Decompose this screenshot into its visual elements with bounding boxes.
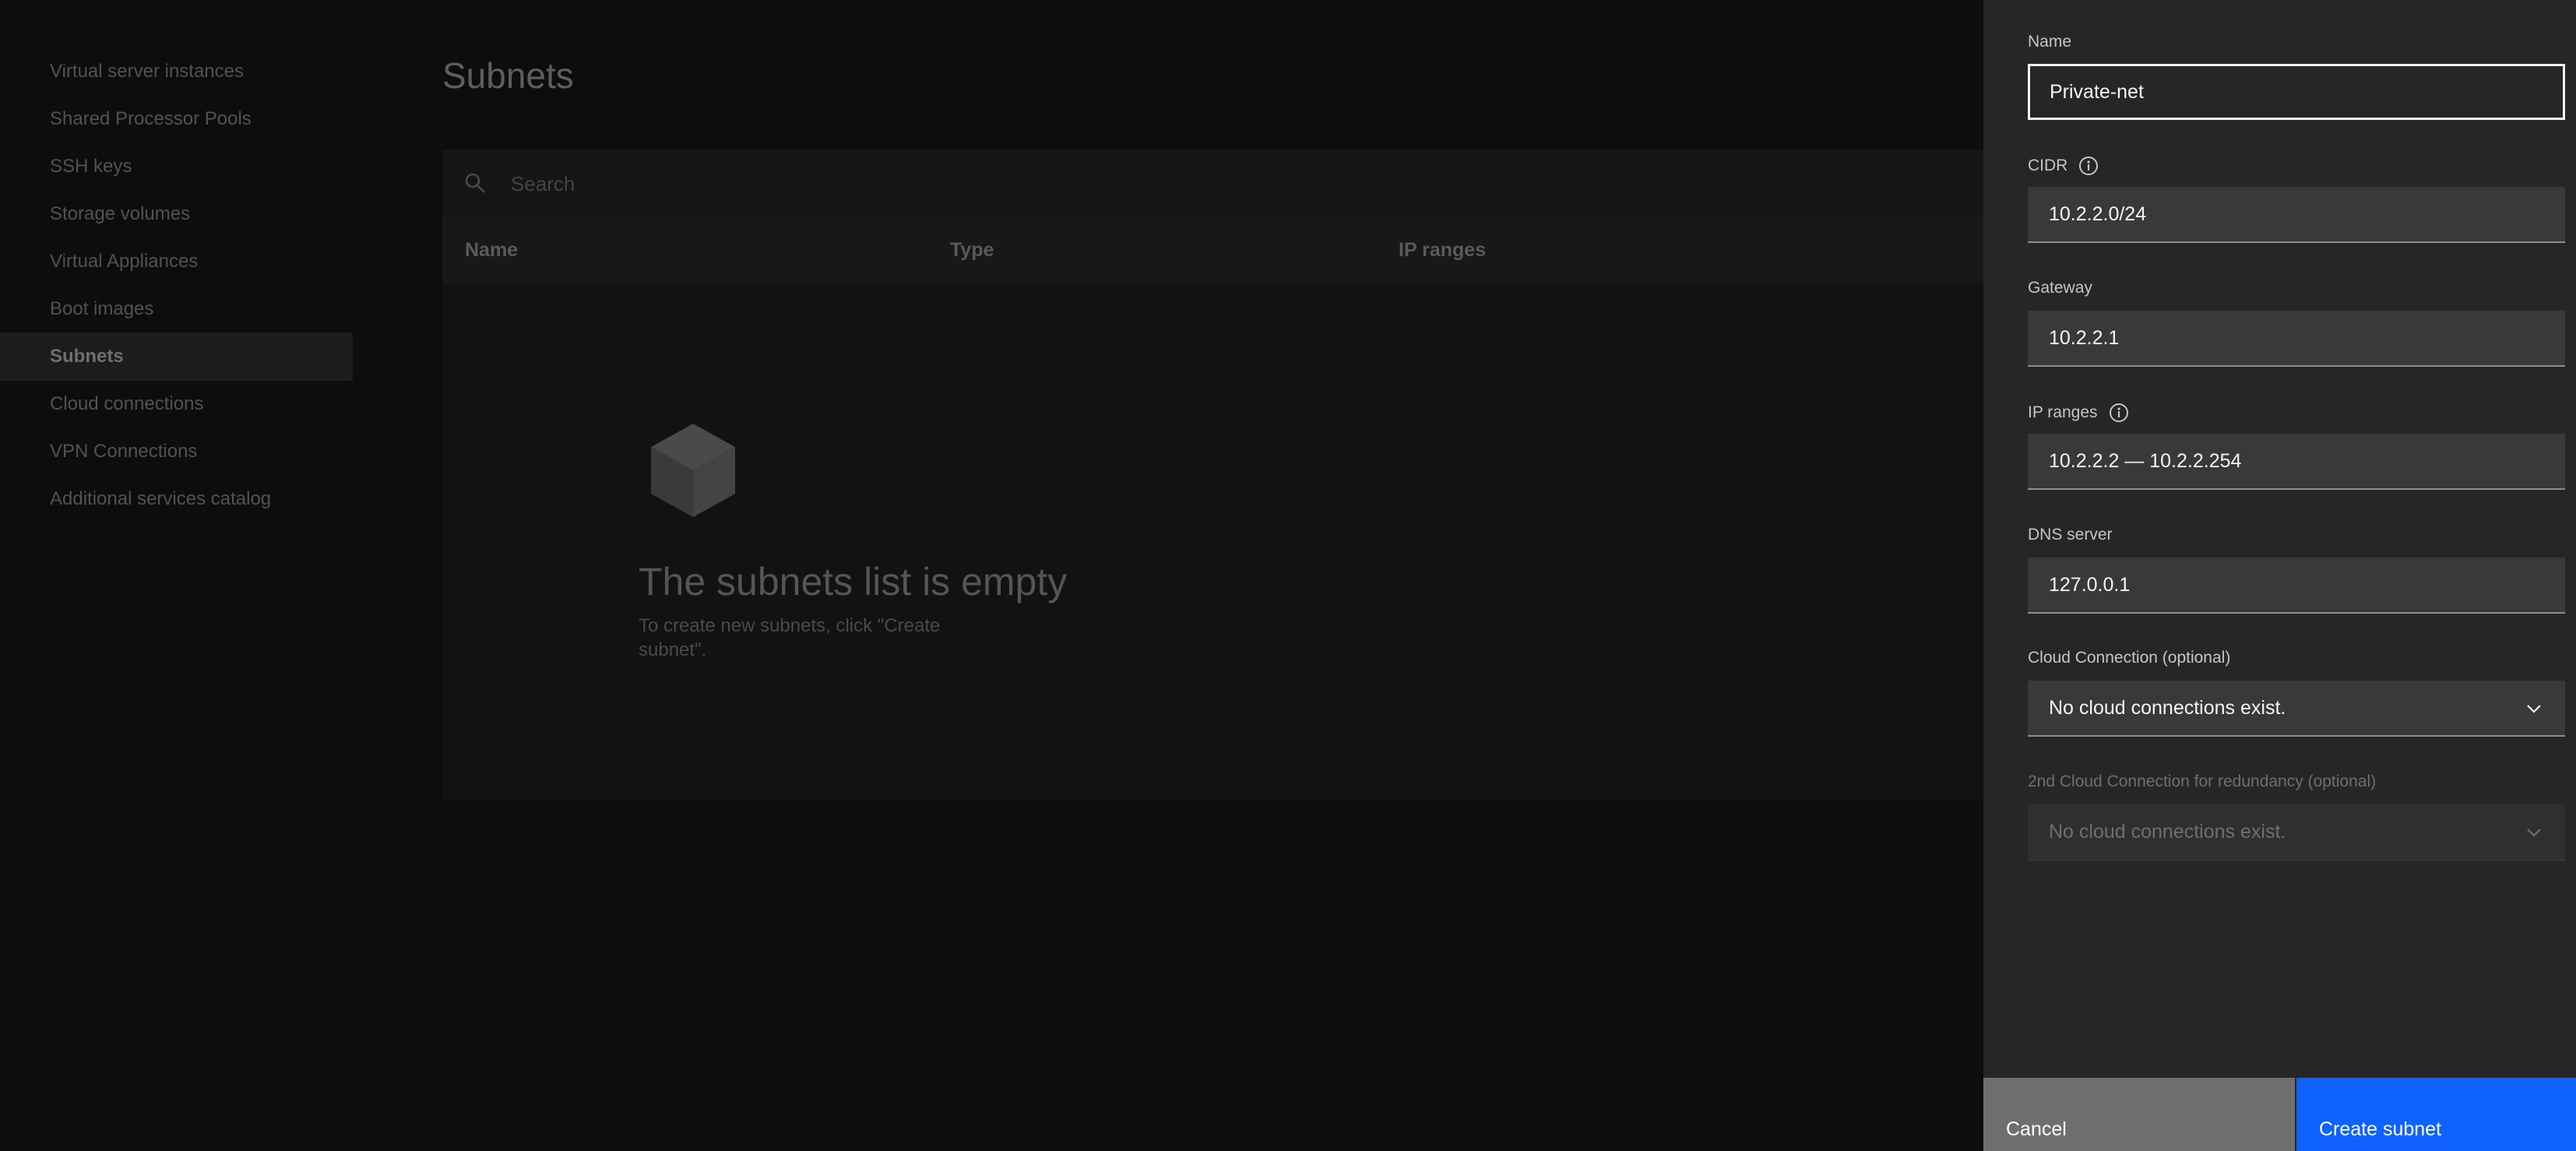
cidr-field-value: 10.2.2.0/24: [2049, 202, 2147, 225]
ip-ranges-field[interactable]: 10.2.2.2 — 10.2.2.254: [2028, 434, 2565, 490]
sidebar-item-shared-processor-pools[interactable]: Shared Processor Pools: [0, 95, 353, 143]
dns-server-field[interactable]: 127.0.0.1: [2028, 558, 2565, 614]
cloud-connection-value: No cloud connections exist.: [2049, 696, 2286, 719]
dns-server-label: DNS server: [2028, 526, 2113, 544]
page-title: Subnets: [442, 55, 574, 96]
cloud-connection-2-label-text: 2nd Cloud Connection for redundancy (opt…: [2028, 773, 2377, 790]
name-field[interactable]: Private-net: [2028, 64, 2565, 120]
cloud-connection-2-label: 2nd Cloud Connection for redundancy (opt…: [2028, 773, 2376, 791]
sidebar-item-vpn-connections[interactable]: VPN Connections: [0, 428, 353, 476]
ip-ranges-label-text: IP ranges: [2028, 403, 2098, 421]
info-icon[interactable]: [2109, 403, 2129, 423]
cloud-connection-2-value: No cloud connections exist.: [2049, 821, 2286, 843]
column-header-name[interactable]: Name: [465, 216, 518, 283]
sidebar-item-cloud-connections[interactable]: Cloud connections: [0, 380, 353, 428]
column-header-type[interactable]: Type: [950, 216, 994, 283]
cloud-connection-2-select: No cloud connections exist.: [2028, 804, 2565, 861]
gateway-label: Gateway: [2028, 279, 2092, 297]
chevron-down-icon: [2527, 705, 2541, 713]
cidr-field[interactable]: 10.2.2.0/24: [2028, 187, 2565, 243]
create-subnet-panel: Name Private-net CIDR 10.2.2.0/24 Gatewa…: [1983, 0, 2576, 1151]
gateway-field[interactable]: 10.2.2.1: [2028, 311, 2565, 367]
sidebar-item-boot-images[interactable]: Boot images: [0, 285, 353, 333]
info-icon[interactable]: [2078, 156, 2099, 176]
ip-ranges-label: IP ranges: [2028, 403, 2129, 423]
sidebar-item-ssh-keys[interactable]: SSH keys: [0, 143, 353, 191]
ip-ranges-field-value: 10.2.2.2 — 10.2.2.254: [2049, 449, 2242, 472]
gateway-field-value: 10.2.2.1: [2049, 326, 2120, 349]
cancel-button[interactable]: Cancel: [1983, 1078, 2295, 1151]
cube-icon: [651, 424, 735, 517]
empty-state-description: To create new subnets, click "Create sub…: [639, 615, 941, 660]
chevron-down-icon: [2527, 829, 2541, 837]
table-search-bar: [442, 150, 2155, 216]
cidr-label: CIDR: [2028, 156, 2099, 176]
cloud-connection-label-text: Cloud Connection (optional): [2028, 649, 2231, 667]
name-field-value: Private-net: [2050, 80, 2144, 103]
sidebar: Virtual server instances Shared Processo…: [0, 0, 353, 1151]
cloud-connection-select[interactable]: No cloud connections exist.: [2028, 681, 2565, 737]
cidr-label-text: CIDR: [2028, 157, 2068, 174]
search-input[interactable]: [509, 165, 980, 202]
name-label: Name: [2028, 33, 2071, 51]
gateway-label-text: Gateway: [2028, 279, 2092, 297]
empty-state-title: The subnets list is empty: [639, 560, 1068, 604]
sidebar-item-additional-services-catalog[interactable]: Additional services catalog: [0, 475, 353, 523]
dns-server-label-text: DNS server: [2028, 526, 2113, 544]
create-subnet-button[interactable]: Create subnet: [2296, 1078, 2576, 1151]
sidebar-item-virtual-appliances[interactable]: Virtual Appliances: [0, 238, 353, 286]
sidebar-item-storage-volumes[interactable]: Storage volumes: [0, 190, 353, 238]
sidebar-item-virtual-server-instances[interactable]: Virtual server instances: [0, 48, 353, 96]
sidebar-item-subnets[interactable]: Subnets: [0, 333, 353, 381]
column-header-ip-ranges[interactable]: IP ranges: [1399, 216, 1486, 283]
dns-server-field-value: 127.0.0.1: [2049, 573, 2131, 596]
cloud-connection-label: Cloud Connection (optional): [2028, 649, 2230, 667]
name-label-text: Name: [2028, 33, 2072, 51]
search-icon: [465, 173, 485, 193]
table-header: Name Type IP ranges: [442, 216, 2155, 283]
